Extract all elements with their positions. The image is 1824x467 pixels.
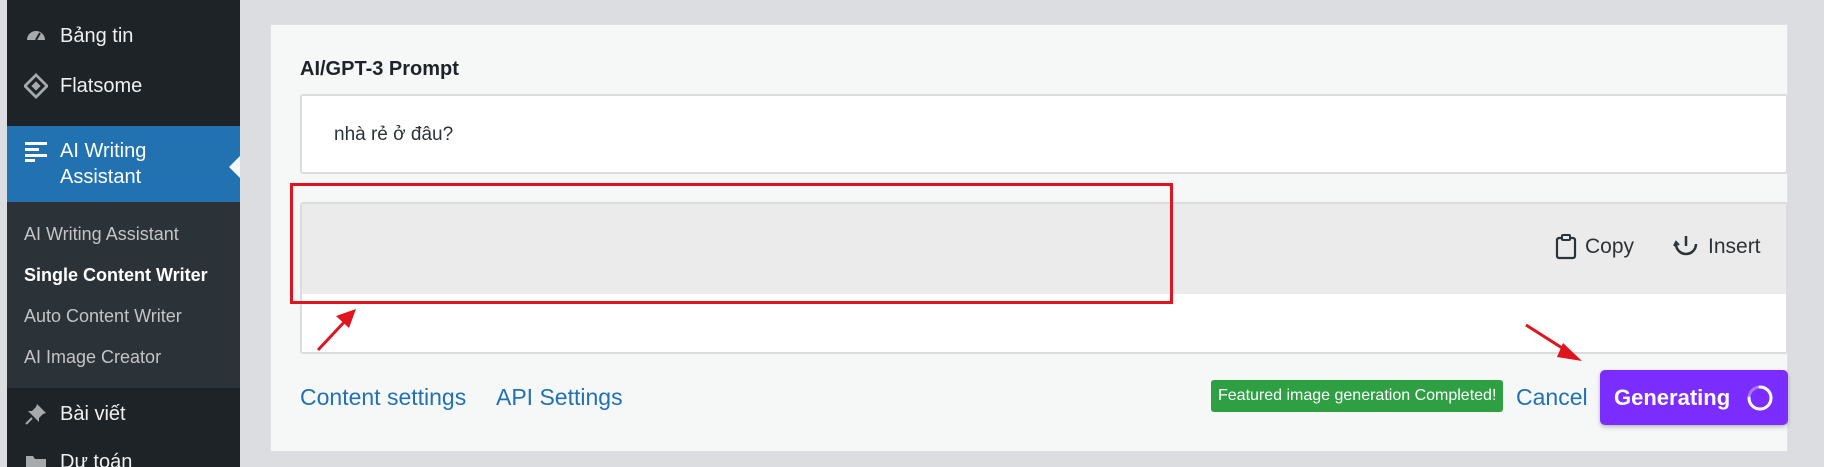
annotation-arrow-right bbox=[1525, 323, 1582, 361]
annotation-arrow-left bbox=[316, 309, 356, 352]
annotation-arrows bbox=[316, 309, 1582, 361]
